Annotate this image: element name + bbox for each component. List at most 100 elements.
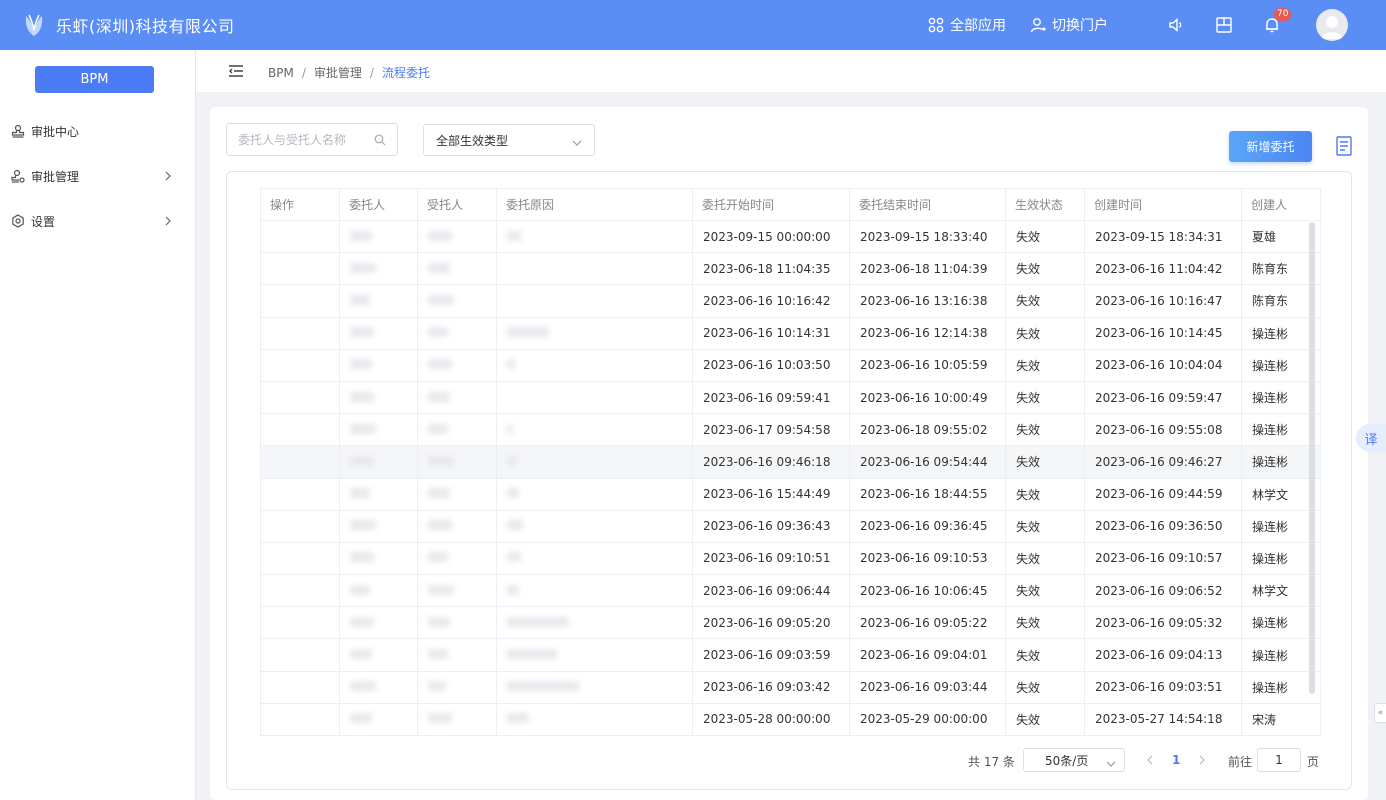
cell-action[interactable]: [260, 317, 340, 350]
redacted-text: [350, 681, 376, 692]
effect-type-select[interactable]: 全部生效类型: [423, 124, 595, 156]
cell-status: 失效: [1005, 606, 1085, 640]
table-row[interactable]: 2023-06-18 11:04:35 2023-06-18 11:04:39 失效…: [260, 252, 1321, 286]
search-input[interactable]: [226, 123, 398, 156]
cell-action[interactable]: [260, 606, 340, 640]
cell-created: 2023-06-16 09:05:32: [1084, 606, 1242, 640]
table-row[interactable]: 2023-06-16 09:10:51 2023-06-16 09:10:53 失效…: [260, 542, 1321, 576]
cell-action[interactable]: [260, 703, 340, 737]
menu-collapse-icon[interactable]: [228, 63, 244, 79]
cell-start: 2023-06-18 11:04:35: [692, 252, 850, 286]
cell-delegate: [417, 220, 497, 254]
all-apps-link[interactable]: 全部应用: [928, 15, 1006, 35]
cell-action[interactable]: [260, 638, 340, 672]
prev-page-button[interactable]: [1146, 754, 1154, 768]
cell-start: 2023-06-16 09:03:59: [692, 638, 850, 672]
bell-icon[interactable]: 70: [1260, 8, 1292, 37]
table-scrollbar[interactable]: [1309, 222, 1315, 694]
cell-status: 失效: [1005, 284, 1085, 318]
cell-reason: [496, 606, 693, 640]
breadcrumb-item-approval-management[interactable]: 审批管理: [314, 64, 362, 81]
next-page-button[interactable]: [1198, 754, 1206, 768]
breadcrumb-bar: BPM / 审批管理 / 流程委托: [196, 50, 1386, 92]
chevron-down-icon: [572, 136, 582, 150]
cell-created: 2023-06-16 09:04:13: [1084, 638, 1242, 672]
cell-action[interactable]: [260, 574, 340, 608]
side-collapse-tab[interactable]: «: [1374, 703, 1386, 723]
table-row[interactable]: 2023-06-17 09:54:58 2023-06-18 09:55:02 失效…: [260, 413, 1321, 447]
cell-action[interactable]: [260, 381, 340, 415]
cell-reason: [496, 284, 693, 318]
cell-reason: [496, 220, 693, 254]
table-row[interactable]: 2023-06-16 09:03:59 2023-06-16 09:04:01 失效…: [260, 638, 1321, 672]
cell-end: 2023-06-18 11:04:39: [849, 252, 1006, 286]
page-size-select[interactable]: 50条/页: [1023, 748, 1125, 772]
table-row[interactable]: 2023-06-16 09:05:20 2023-06-16 09:05:22 失效…: [260, 606, 1321, 640]
grid-apps-icon: [928, 17, 944, 33]
cell-status: 失效: [1005, 252, 1085, 286]
cell-status: 失效: [1005, 703, 1085, 737]
cell-start: 2023-06-17 09:54:58: [692, 413, 850, 447]
cell-action[interactable]: [260, 284, 340, 318]
app-switch-button[interactable]: BPM: [35, 66, 154, 93]
table-row[interactable]: 2023-06-16 10:14:31 2023-06-16 12:14:38 失效…: [260, 317, 1321, 350]
avatar[interactable]: [1316, 9, 1348, 41]
redacted-text: [350, 327, 374, 338]
cell-created: 2023-06-16 09:03:51: [1084, 671, 1242, 704]
redacted-text: [428, 616, 450, 627]
redacted-text: [507, 552, 521, 563]
cell-action[interactable]: [260, 413, 340, 447]
sidebar-item-label: 审批管理: [31, 169, 80, 184]
cell-delegate: [417, 381, 497, 415]
goto-page-input[interactable]: [1257, 748, 1301, 772]
cell-action[interactable]: [260, 671, 340, 704]
document-icon[interactable]: [1336, 136, 1352, 156]
page-number-current[interactable]: 1: [1172, 753, 1180, 767]
add-delegation-button[interactable]: 新增委托: [1229, 131, 1312, 162]
company-logo-icon[interactable]: [20, 11, 48, 39]
redacted-text: [507, 230, 521, 241]
table-row[interactable]: 2023-09-15 00:00:00 2023-09-15 18:33:40 失效…: [260, 220, 1321, 254]
chevron-left-icon: [1147, 755, 1153, 765]
cell-status: 失效: [1005, 542, 1085, 576]
redacted-text: [428, 391, 450, 402]
cell-delegate: [417, 542, 497, 576]
sidebar-item-approval-management[interactable]: 审批管理: [0, 164, 196, 188]
cell-action[interactable]: [260, 445, 340, 479]
cell-action[interactable]: [260, 349, 340, 382]
translate-tab[interactable]: 译: [1356, 424, 1386, 452]
table-row[interactable]: 2023-06-16 09:36:43 2023-06-16 09:36:45 失效…: [260, 510, 1321, 543]
col-header-end-time: 委托结束时间: [849, 188, 1006, 221]
cell-action[interactable]: [260, 542, 340, 576]
switch-portal-link[interactable]: 切换门户: [1030, 15, 1108, 35]
cell-action[interactable]: [260, 220, 340, 254]
table-row[interactable]: 2023-06-16 10:03:50 2023-06-16 10:05:59 失效…: [260, 349, 1321, 382]
notification-badge: 70: [1274, 8, 1292, 21]
redacted-text: [428, 552, 448, 563]
sidebar-item-settings[interactable]: 设置: [0, 209, 196, 233]
volume-icon[interactable]: [1164, 13, 1188, 37]
cell-status: 失效: [1005, 445, 1085, 479]
table-row[interactable]: 2023-06-16 10:16:42 2023-06-16 13:16:38 失效…: [260, 284, 1321, 318]
search-icon[interactable]: [374, 134, 386, 146]
cell-status: 失效: [1005, 349, 1085, 382]
redacted-text: [507, 649, 557, 660]
table-row[interactable]: 2023-06-16 09:46:18 2023-06-16 09:54:44 失效…: [260, 445, 1321, 479]
cell-action[interactable]: [260, 252, 340, 286]
chevron-right-icon: [164, 215, 172, 229]
cell-delegator: [339, 703, 418, 737]
cell-action[interactable]: [260, 478, 340, 511]
table-row[interactable]: 2023-06-16 15:44:49 2023-06-16 18:44:55 失效…: [260, 478, 1321, 511]
table-row[interactable]: 2023-06-16 09:59:41 2023-06-16 10:00:49 失效…: [260, 381, 1321, 415]
table-row[interactable]: 2023-05-28 00:00:00 2023-05-29 00:00:00 失效…: [260, 703, 1321, 737]
breadcrumb-item-bpm[interactable]: BPM: [268, 66, 294, 80]
table-row[interactable]: 2023-06-16 09:03:42 2023-06-16 09:03:44 失效…: [260, 671, 1321, 704]
stamp-settings-icon: [10, 168, 26, 184]
table-row[interactable]: 2023-06-16 09:06:44 2023-06-16 10:06:45 失效…: [260, 574, 1321, 608]
sidebar-item-approval-center[interactable]: 审批中心: [0, 119, 196, 143]
cell-end: 2023-06-16 10:00:49: [849, 381, 1006, 415]
cell-delegator: [339, 638, 418, 672]
layout-icon[interactable]: [1212, 13, 1236, 37]
redacted-text: [428, 488, 450, 499]
cell-action[interactable]: [260, 510, 340, 543]
